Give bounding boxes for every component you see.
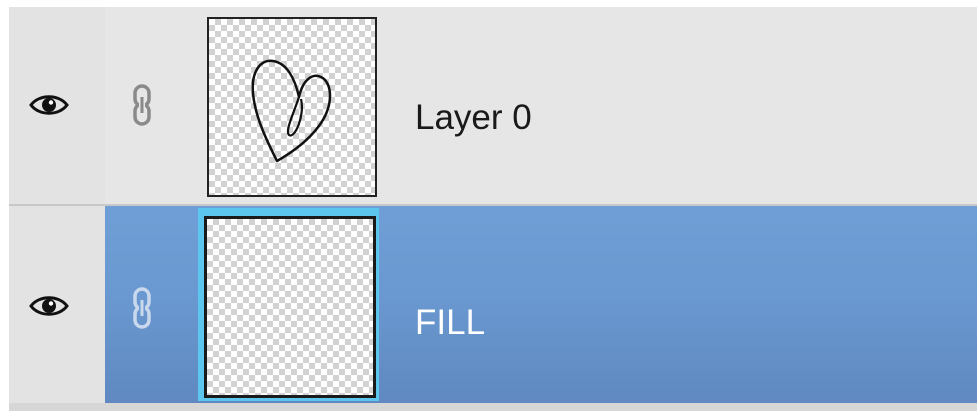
heart-sketch-icon: [251, 59, 332, 163]
link-icon[interactable]: [131, 83, 153, 127]
link-icon[interactable]: [131, 286, 153, 330]
layer-thumbnail[interactable]: [207, 17, 377, 197]
layer-row-layer-0[interactable]: Layer 0: [9, 7, 977, 204]
eye-icon[interactable]: [29, 91, 69, 119]
layers-panel: Layer 0 FILL: [9, 7, 977, 411]
layer-name[interactable]: Layer 0: [415, 98, 532, 138]
layer-thumbnail[interactable]: [204, 216, 376, 398]
visibility-column: [9, 206, 105, 403]
layer-row-fill[interactable]: FILL: [9, 206, 977, 403]
visibility-column: [9, 7, 105, 204]
layer-name[interactable]: FILL: [415, 303, 485, 343]
layer-body-selected[interactable]: FILL: [105, 206, 977, 403]
eye-icon[interactable]: [29, 292, 69, 320]
layer-body[interactable]: Layer 0: [105, 7, 977, 204]
